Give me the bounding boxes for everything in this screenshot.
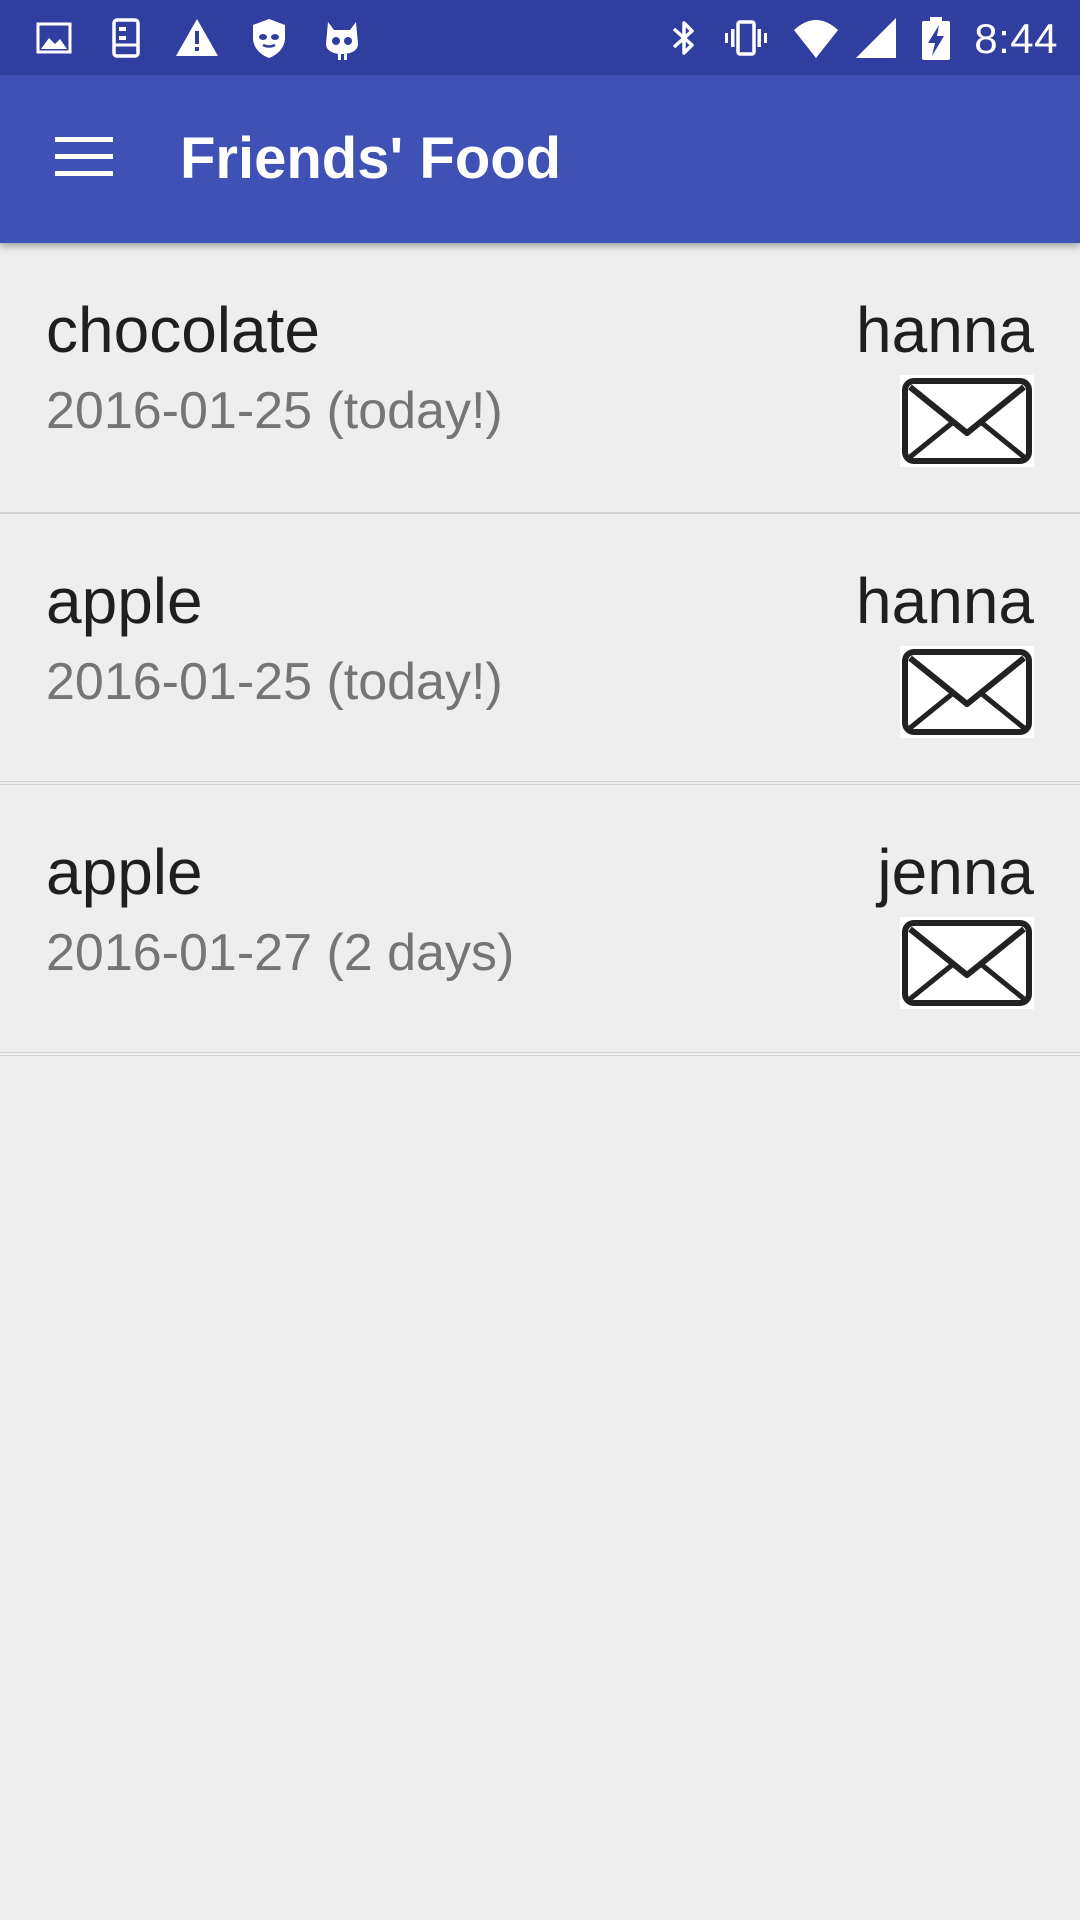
list-item[interactable]: apple 2016-01-27 (2 days) jenna: [0, 785, 1080, 1056]
food-name: apple: [46, 565, 203, 637]
mail-icon: [900, 917, 1034, 1009]
shield-icon: [245, 14, 293, 62]
status-time: 8:44: [974, 15, 1058, 62]
vibrate-icon: [722, 14, 770, 62]
food-date: 2016-01-25 (today!): [46, 382, 503, 440]
page-title: Friends' Food: [180, 126, 562, 191]
mail-icon: [900, 646, 1034, 738]
hamburger-menu-icon: [55, 135, 113, 184]
food-name: chocolate: [46, 294, 320, 366]
send-mail-button[interactable]: [900, 375, 1034, 467]
friend-name: hanna: [856, 565, 1034, 637]
send-mail-button[interactable]: [900, 917, 1034, 1009]
friend-name: jenna: [877, 836, 1034, 908]
food-name: apple: [46, 836, 203, 908]
bluetooth-icon: [660, 14, 708, 62]
food-list: chocolate 2016-01-25 (today!) hanna appl…: [0, 243, 1080, 1056]
friend-name: hanna: [856, 294, 1034, 366]
cyanogen-icon: [318, 14, 366, 62]
battery-charging-icon: [912, 14, 960, 62]
list-item[interactable]: chocolate 2016-01-25 (today!) hanna: [0, 243, 1080, 514]
status-bar: 8:44: [0, 0, 1080, 75]
send-mail-button[interactable]: [900, 646, 1034, 738]
food-date: 2016-01-27 (2 days): [46, 924, 515, 982]
warning-icon: [173, 14, 221, 62]
app-bar: Friends' Food: [0, 75, 1080, 243]
list-item[interactable]: apple 2016-01-25 (today!) hanna: [0, 514, 1080, 785]
food-date: 2016-01-25 (today!): [46, 653, 503, 711]
menu-button[interactable]: [40, 119, 128, 199]
mail-icon: [900, 375, 1034, 467]
wifi-icon: [792, 14, 840, 62]
cell-signal-icon: [852, 14, 900, 62]
device-icon: [102, 14, 150, 62]
image-icon: [30, 14, 78, 62]
